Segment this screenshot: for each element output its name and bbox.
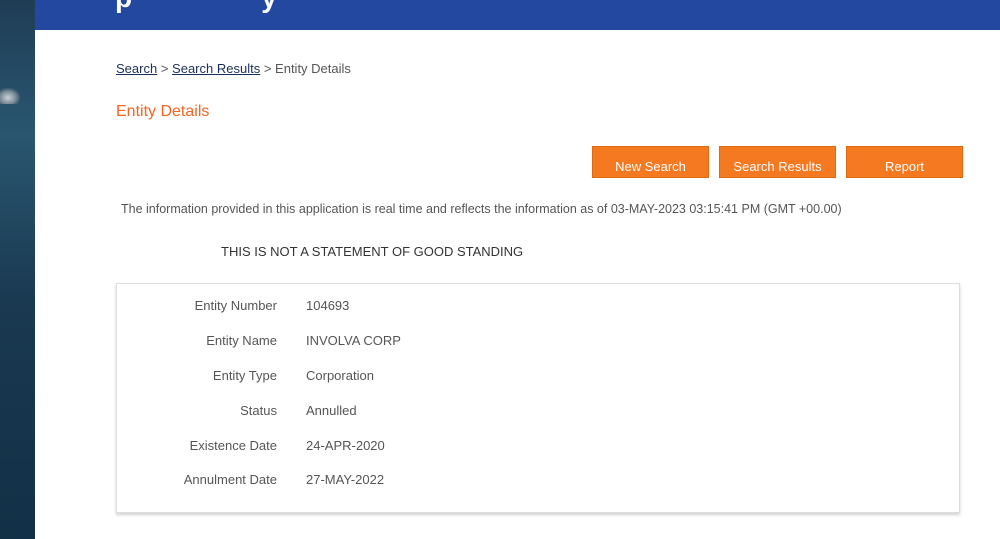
- detail-value: Annulled: [306, 403, 357, 418]
- detail-value: 27-MAY-2022: [306, 472, 385, 487]
- detail-row-existence-date: Existence Date 24-APR-2020: [117, 438, 959, 458]
- main-content: Search > Search Results > Entity Details…: [35, 30, 1000, 539]
- report-button[interactable]: Report: [846, 146, 963, 178]
- breadcrumb-search-link[interactable]: Search: [116, 61, 157, 76]
- background-image-strip: [0, 0, 35, 539]
- site-header: p y: [35, 0, 1000, 30]
- breadcrumb-current: Entity Details: [275, 61, 351, 76]
- info-timestamp-text: The information provided in this applica…: [121, 202, 842, 216]
- detail-label: Annulment Date: [183, 472, 277, 487]
- detail-value: INVOLVA CORP: [306, 333, 401, 348]
- breadcrumb-search-results-link[interactable]: Search Results: [172, 61, 260, 76]
- breadcrumb-separator: >: [263, 61, 272, 76]
- detail-row-entity-type: Entity Type Corporation: [117, 368, 959, 388]
- detail-row-entity-number: Entity Number 104693: [117, 298, 959, 318]
- detail-row-annulment-date: Annulment Date 27-MAY-2022: [117, 472, 959, 492]
- new-search-button[interactable]: New Search: [592, 146, 709, 178]
- search-results-button[interactable]: Search Results: [719, 146, 836, 178]
- header-title-fragment: p y: [115, 0, 279, 14]
- page-title: Entity Details: [116, 103, 210, 120]
- entity-details-panel: Entity Number 104693 Entity Name INVOLVA…: [116, 283, 960, 513]
- detail-label: Status: [240, 403, 277, 418]
- detail-row-entity-name: Entity Name INVOLVA CORP: [117, 333, 959, 353]
- detail-label: Existence Date: [189, 438, 277, 453]
- detail-label: Entity Name: [206, 333, 277, 348]
- breadcrumb: Search > Search Results > Entity Details: [116, 61, 351, 76]
- breadcrumb-separator: >: [160, 61, 169, 76]
- detail-value: 104693: [306, 298, 350, 313]
- detail-value: 24-APR-2020: [306, 438, 385, 453]
- good-standing-notice: THIS IS NOT A STATEMENT OF GOOD STANDING: [221, 244, 524, 259]
- ship-image: [0, 88, 20, 104]
- detail-value: Corporation: [306, 368, 374, 383]
- detail-label: Entity Number: [194, 298, 277, 313]
- detail-label: Entity Type: [212, 368, 277, 383]
- detail-row-status: Status Annulled: [117, 403, 959, 423]
